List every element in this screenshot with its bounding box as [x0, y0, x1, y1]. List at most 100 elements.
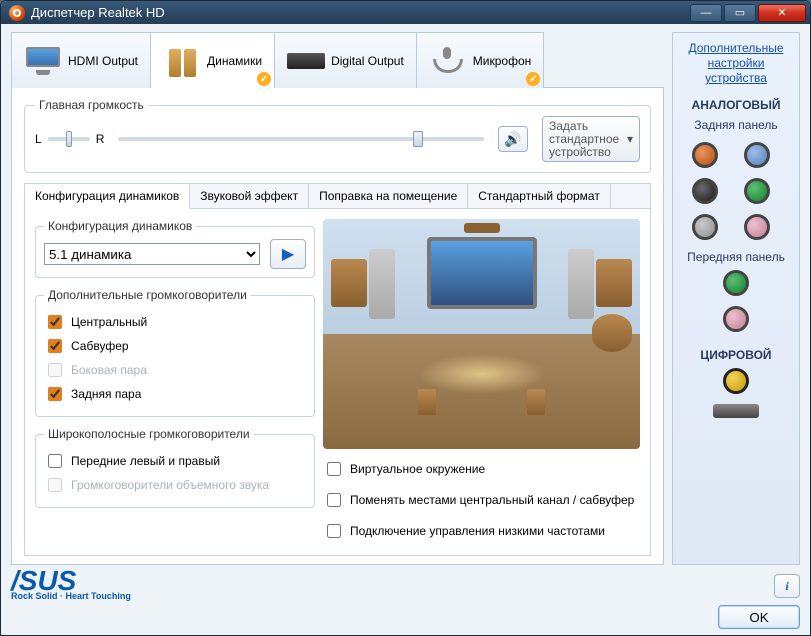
device-tab-label: Динамики	[207, 54, 262, 68]
main-volume-legend: Главная громкость	[35, 98, 148, 112]
maximize-button[interactable]: ▭	[724, 4, 756, 22]
device-tab-speakers[interactable]: Динамики ✓	[150, 32, 275, 88]
jack-front-pink[interactable]	[723, 306, 749, 332]
titlebar[interactable]: Диспетчер Realtek HD — ▭ ✕	[1, 1, 810, 24]
master-volume-slider[interactable]	[118, 137, 484, 141]
spdif-optical-icon[interactable]	[713, 404, 759, 418]
main-volume-group: Главная громкость L R 🔊	[24, 98, 651, 173]
balance-slider[interactable]	[48, 137, 90, 141]
sound-icon: 🔊	[504, 131, 521, 148]
center-speaker-icon[interactable]	[464, 223, 500, 233]
info-button[interactable]: i	[774, 574, 800, 598]
rear-left-speaker-icon[interactable]	[418, 389, 436, 415]
microphone-icon	[429, 45, 467, 77]
minimize-button[interactable]: —	[690, 4, 722, 22]
info-icon: i	[785, 579, 788, 594]
tab-body: Конфигурация динамиков 5.1 динамика ▶	[25, 209, 650, 555]
dialog-buttons: OK	[11, 605, 800, 629]
brand-logo: /SUS	[11, 571, 131, 591]
analog-heading: АНАЛОГОВЫЙ	[692, 98, 781, 112]
footer: /SUS Rock Solid · Heart Touching i	[11, 571, 800, 601]
jack-grey[interactable]	[692, 214, 718, 240]
side-right-speaker-icon[interactable]	[596, 259, 632, 307]
window-body: HDMI Output Динамики ✓ Digital Output Ми…	[1, 24, 810, 635]
set-default-button[interactable]: Задать стандартное устройство	[542, 116, 640, 162]
jack-digital-coax[interactable]	[723, 368, 749, 394]
connector-sidebar: Дополнительные настройки устройства АНАЛ…	[672, 32, 800, 565]
device-tab-digital[interactable]: Digital Output	[274, 32, 417, 88]
config-left: Конфигурация динамиков 5.1 динамика ▶	[35, 219, 315, 545]
jack-orange[interactable]	[692, 142, 718, 168]
brand: /SUS Rock Solid · Heart Touching	[11, 571, 131, 601]
jack-pink[interactable]	[744, 214, 770, 240]
checkbox-rear-pair-input[interactable]	[48, 387, 62, 401]
checkbox-fullrange-surround-input	[48, 478, 62, 492]
amplifier-icon	[287, 45, 325, 77]
default-badge-icon: ✓	[526, 72, 540, 86]
device-tab-hdmi[interactable]: HDMI Output	[11, 32, 151, 88]
checkbox-virtual-surround[interactable]: Виртуальное окружение	[323, 459, 640, 479]
front-left-speaker-icon[interactable]	[369, 249, 395, 319]
fullrange-legend: Широкополосные громкоговорители	[44, 427, 254, 441]
checkbox-center[interactable]: Центральный	[44, 312, 306, 332]
device-panel: Главная громкость L R 🔊	[11, 87, 664, 565]
app-window: Диспетчер Realtek HD — ▭ ✕ HDMI Output Д…	[0, 0, 811, 636]
checkbox-swap-center-sub-input[interactable]	[327, 493, 341, 507]
app-icon	[9, 5, 25, 21]
checkbox-bass-management-input[interactable]	[327, 524, 341, 538]
speakers-icon	[163, 45, 201, 77]
close-button[interactable]: ✕	[758, 4, 806, 22]
checkbox-subwoofer[interactable]: Сабвуфер	[44, 336, 306, 356]
play-icon: ▶	[282, 244, 294, 264]
window-title: Диспетчер Realtek HD	[31, 5, 690, 20]
device-tabs: HDMI Output Динамики ✓ Digital Output Ми…	[11, 32, 664, 88]
balance-right-label: R	[96, 132, 105, 146]
jack-blue[interactable]	[744, 142, 770, 168]
content-column: HDMI Output Динамики ✓ Digital Output Ми…	[11, 32, 664, 565]
front-panel-label: Передняя панель	[687, 250, 785, 264]
test-play-button[interactable]: ▶	[270, 239, 306, 269]
tv-icon	[427, 237, 537, 309]
post-options: Виртуальное окружение Поменять местами ц…	[323, 455, 640, 545]
tab-speaker-config[interactable]: Конфигурация динамиков	[25, 184, 190, 209]
checkbox-fullrange-front-input[interactable]	[48, 454, 62, 468]
jack-black[interactable]	[692, 178, 718, 204]
checkbox-bass-management[interactable]: Подключение управления низкими частотами	[323, 521, 640, 541]
speaker-config-select[interactable]: 5.1 динамика	[44, 243, 260, 265]
side-left-speaker-icon[interactable]	[331, 259, 367, 307]
jack-green[interactable]	[744, 178, 770, 204]
device-tab-mic[interactable]: Микрофон ✓	[416, 32, 544, 88]
checkbox-fullrange-front[interactable]: Передние левый и правый	[44, 451, 306, 471]
digital-heading: ЦИФРОВОЙ	[700, 348, 771, 362]
device-tab-label: Digital Output	[331, 54, 404, 68]
front-right-speaker-icon[interactable]	[568, 249, 594, 319]
optional-speakers-group: Дополнительные громкоговорители Централь…	[35, 288, 315, 417]
jack-front-green[interactable]	[723, 270, 749, 296]
checkbox-center-input[interactable]	[48, 315, 62, 329]
ok-button[interactable]: OK	[718, 605, 800, 629]
checkbox-subwoofer-input[interactable]	[48, 339, 62, 353]
optional-speakers-legend: Дополнительные громкоговорители	[44, 288, 251, 302]
front-panel-jacks	[723, 270, 749, 332]
speaker-tabs: Конфигурация динамиков Звуковой эффект П…	[24, 183, 651, 556]
rear-right-speaker-icon[interactable]	[527, 389, 545, 415]
back-panel-label: Задняя панель	[694, 118, 777, 132]
subwoofer-icon[interactable]	[592, 314, 632, 352]
brand-tagline: Rock Solid · Heart Touching	[11, 591, 131, 601]
balance-left-label: L	[35, 132, 42, 146]
checkbox-swap-center-sub[interactable]: Поменять местами центральный канал / саб…	[323, 490, 640, 510]
checkbox-rear-pair[interactable]: Задняя пара	[44, 384, 306, 404]
main-area: HDMI Output Динамики ✓ Digital Output Ми…	[11, 32, 800, 565]
checkbox-virtual-surround-input[interactable]	[327, 462, 341, 476]
speaker-layout-illustration[interactable]	[323, 219, 640, 449]
window-buttons: — ▭ ✕	[690, 4, 806, 22]
checkbox-side-pair-input	[48, 363, 62, 377]
balance-control[interactable]: L R	[35, 132, 104, 146]
mute-button[interactable]: 🔊	[498, 126, 528, 152]
advanced-settings-link[interactable]: Дополнительные настройки устройства	[679, 41, 793, 86]
tab-default-format[interactable]: Стандартный формат	[468, 184, 611, 208]
tab-sound-effect[interactable]: Звуковой эффект	[190, 184, 309, 208]
tab-strip: Конфигурация динамиков Звуковой эффект П…	[25, 184, 650, 209]
device-tab-label: Микрофон	[473, 54, 531, 68]
tab-room-correction[interactable]: Поправка на помещение	[309, 184, 468, 208]
